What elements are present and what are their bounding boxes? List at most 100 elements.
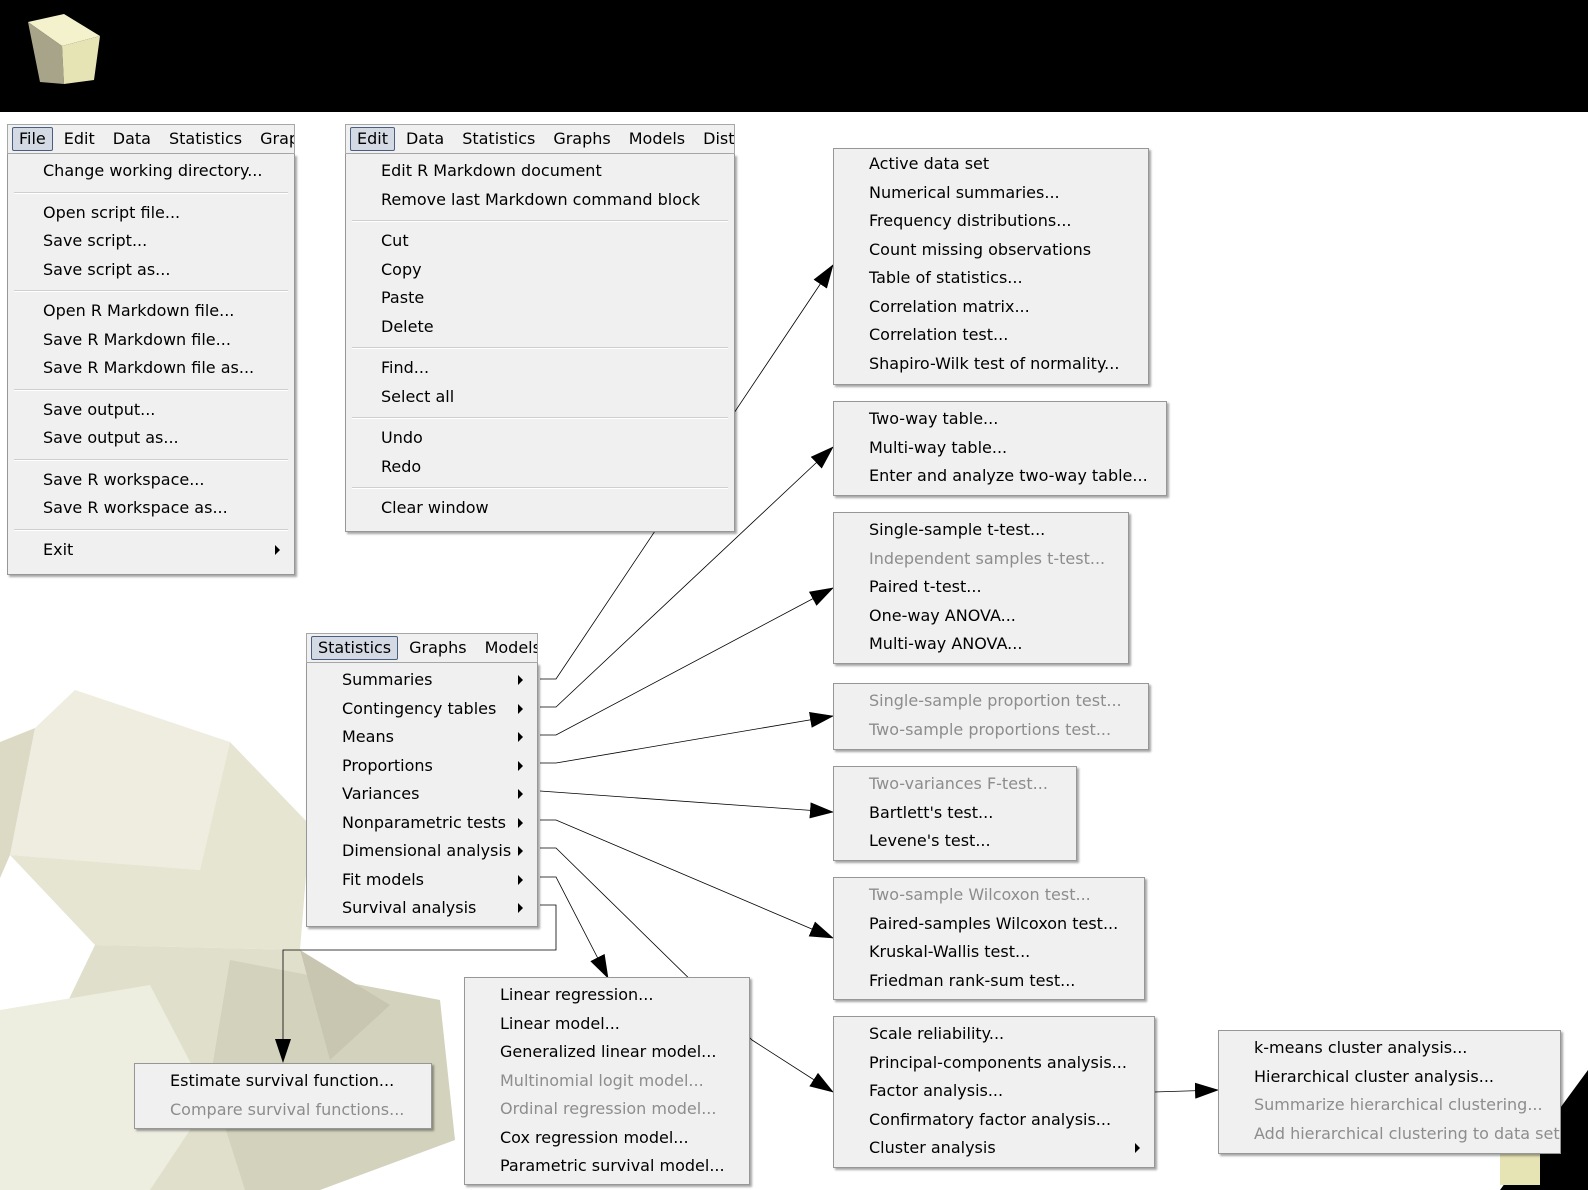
file-item-save-output-as[interactable]: Save output as... [8, 424, 294, 453]
means-item-one-way-anova[interactable]: One-way ANOVA... [834, 602, 1128, 631]
menubar-graphs[interactable]: Graphs [546, 127, 617, 151]
survival-item-estimate-survival-function[interactable]: Estimate survival function... [135, 1067, 431, 1096]
nonparametric-item-friedman-rank-sum-test[interactable]: Friedman rank-sum test... [834, 967, 1144, 996]
file-item-save-r-workspace[interactable]: Save R workspace... [8, 466, 294, 495]
menubar-graphs[interactable]: Graphs [253, 127, 294, 151]
menubar-statistics[interactable]: Statistics [162, 127, 249, 151]
summaries-item-numerical-summaries[interactable]: Numerical summaries... [834, 179, 1148, 208]
means-item-multi-way-anova[interactable]: Multi-way ANOVA... [834, 630, 1128, 659]
file-item-open-r-markdown-file[interactable]: Open R Markdown file... [8, 297, 294, 326]
edit-item-paste[interactable]: Paste [346, 284, 734, 313]
edit-item-select-all[interactable]: Select all [346, 383, 734, 412]
dimensional-item-cluster-analysis[interactable]: Cluster analysis [834, 1134, 1154, 1163]
edit-item-edit-r-markdown-document[interactable]: Edit R Markdown document [346, 157, 734, 186]
file-item-save-output[interactable]: Save output... [8, 396, 294, 425]
menu-item-label: Edit R Markdown document [381, 161, 602, 180]
fit-models-item-linear-regression[interactable]: Linear regression... [465, 981, 749, 1010]
file-item-change-working-directory[interactable]: Change working directory... [8, 157, 294, 186]
menu-separator [352, 487, 728, 489]
summaries-item-correlation-matrix[interactable]: Correlation matrix... [834, 293, 1148, 322]
fit-models-item-cox-regression-model[interactable]: Cox regression model... [465, 1124, 749, 1153]
menubar-graphs[interactable]: Graphs [402, 636, 473, 660]
file-item-exit[interactable]: Exit [8, 536, 294, 565]
edit-item-redo[interactable]: Redo [346, 453, 734, 482]
summaries-submenu: Active data set Numerical summaries... Fre… [833, 148, 1149, 385]
edit-item-remove-last-markdown-command-block[interactable]: Remove last Markdown command block [346, 186, 734, 215]
menu-item-label: Enter and analyze two-way table... [869, 466, 1148, 485]
file-item-save-r-markdown-file-as[interactable]: Save R Markdown file as... [8, 354, 294, 383]
summaries-item-correlation-test[interactable]: Correlation test... [834, 321, 1148, 350]
fit-models-item-generalized-linear-model[interactable]: Generalized linear model... [465, 1038, 749, 1067]
statistics-item-survival-analysis[interactable]: Survival analysis [307, 894, 537, 923]
edit-item-clear-window[interactable]: Clear window [346, 494, 734, 523]
menubar-models[interactable]: Models [478, 636, 537, 660]
file-item-save-r-workspace-as[interactable]: Save R workspace as... [8, 494, 294, 523]
summaries-item-active-data-set[interactable]: Active data set [834, 150, 1148, 179]
menu-item-label: Linear model... [500, 1013, 620, 1033]
dimensional-item-principal-components-analysis[interactable]: Principal-components analysis... [834, 1049, 1154, 1078]
file-item-save-script-as[interactable]: Save script as... [8, 256, 294, 285]
cluster-item-hierarchical-cluster-analysis[interactable]: Hierarchical cluster analysis... [1219, 1063, 1560, 1092]
menubar-file[interactable]: File [12, 127, 53, 151]
edit-item-undo[interactable]: Undo [346, 424, 734, 453]
survival-item-compare-survival-functions: Compare survival functions... [135, 1096, 431, 1125]
nonparametric-item-kruskal-wallis-test[interactable]: Kruskal-Wallis test... [834, 938, 1144, 967]
file-item-open-script-file[interactable]: Open script file... [8, 199, 294, 228]
menubar-edit[interactable]: Edit [57, 127, 102, 151]
statistics-item-fit-models[interactable]: Fit models [307, 866, 537, 895]
menu-item-label: Kruskal-Wallis test... [869, 942, 1031, 961]
menu-item-label: Paired-samples Wilcoxon test... [869, 913, 1119, 933]
menubar-edit[interactable]: Edit [350, 127, 395, 151]
menubar-statistics[interactable]: Statistics [455, 127, 542, 151]
fit-models-item-parametric-survival-model[interactable]: Parametric survival model... [465, 1152, 749, 1181]
variances-item-bartlett-s-test[interactable]: Bartlett's test... [834, 799, 1076, 828]
edit-item-find[interactable]: Find... [346, 354, 734, 383]
menu-item-label: Proportions [342, 755, 433, 775]
edit-item-cut[interactable]: Cut [346, 227, 734, 256]
statistics-item-contingency-tables[interactable]: Contingency tables [307, 695, 537, 724]
statistics-item-summaries[interactable]: Summaries [307, 666, 537, 695]
statistics-item-means[interactable]: Means [307, 723, 537, 752]
contingency-item-multi-way-table[interactable]: Multi-way table... [834, 434, 1166, 463]
statistics-item-nonparametric-tests[interactable]: Nonparametric tests [307, 809, 537, 838]
fit-models-item-linear-model[interactable]: Linear model... [465, 1010, 749, 1039]
menubar-statistics[interactable]: Statistics [311, 636, 399, 660]
menubar-data[interactable]: Data [399, 127, 451, 151]
cluster-item-summarize-hierarchical-clustering: Summarize hierarchical clustering... [1219, 1091, 1560, 1120]
submenu-arrow-icon [518, 675, 523, 685]
menu-item-label: Multi-way ANOVA... [869, 634, 1023, 653]
dimensional-item-scale-reliability[interactable]: Scale reliability... [834, 1020, 1154, 1049]
summaries-item-table-of-statistics[interactable]: Table of statistics... [834, 264, 1148, 293]
menu-item-label: Independent samples t-test... [869, 548, 1106, 568]
fit-models-submenu: Linear regression... Linear model... Gener… [464, 977, 750, 1185]
dimensional-item-confirmatory-factor-analysis[interactable]: Confirmatory factor analysis... [834, 1106, 1154, 1135]
means-item-single-sample-t-test[interactable]: Single-sample t-test... [834, 516, 1128, 545]
menu-separator [352, 417, 728, 419]
file-item-save-script[interactable]: Save script... [8, 227, 294, 256]
summaries-item-count-missing-observations[interactable]: Count missing observations [834, 236, 1148, 265]
summaries-item-shapiro-wilk-test-of-normality[interactable]: Shapiro-Wilk test of normality... [834, 350, 1148, 379]
variances-item-levene-s-test[interactable]: Levene's test... [834, 827, 1076, 856]
menubar-data[interactable]: Data [106, 127, 158, 151]
contingency-item-two-way-table[interactable]: Two-way table... [834, 405, 1166, 434]
statistics-item-variances[interactable]: Variances [307, 780, 537, 809]
menubar-models[interactable]: Models [622, 127, 692, 151]
edit-item-delete[interactable]: Delete [346, 313, 734, 342]
dimensional-item-factor-analysis[interactable]: Factor analysis... [834, 1077, 1154, 1106]
summaries-item-frequency-distributions[interactable]: Frequency distributions... [834, 207, 1148, 236]
menu-item-label: Principal-components analysis... [869, 1052, 1127, 1072]
nonparametric-item-paired-samples-wilcoxon-test[interactable]: Paired-samples Wilcoxon test... [834, 910, 1144, 939]
edit-item-copy[interactable]: Copy [346, 256, 734, 285]
menu-item-label: Two-sample Wilcoxon test... [869, 885, 1091, 904]
menubar-distributions[interactable]: Distributions [696, 127, 734, 151]
contingency-item-enter-and-analyze-two-way-table[interactable]: Enter and analyze two-way table... [834, 462, 1166, 491]
menu-item-label: One-way ANOVA... [869, 605, 1016, 625]
menu-item-label: Two-way table... [869, 409, 999, 428]
contingency-tables-submenu: Two-way table... Multi-way table... Enter … [833, 401, 1167, 496]
menu-item-label: Save output... [43, 399, 156, 419]
statistics-item-proportions[interactable]: Proportions [307, 752, 537, 781]
cluster-item-k-means-cluster-analysis[interactable]: k-means cluster analysis... [1219, 1034, 1560, 1063]
statistics-item-dimensional-analysis[interactable]: Dimensional analysis [307, 837, 537, 866]
file-item-save-r-markdown-file[interactable]: Save R Markdown file... [8, 326, 294, 355]
means-item-paired-t-test[interactable]: Paired t-test... [834, 573, 1128, 602]
